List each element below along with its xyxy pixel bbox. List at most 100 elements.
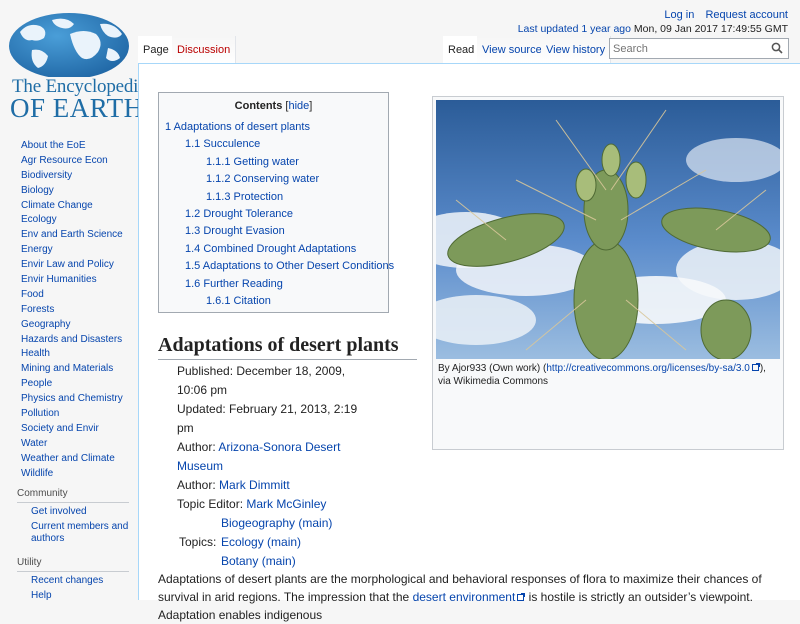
editor-link[interactable]: Mark McGinley <box>246 497 326 511</box>
sidebar-item-pollution[interactable]: Pollution <box>21 408 59 419</box>
toc-item: 1.2 Drought Tolerance <box>165 206 394 223</box>
sidebar-item-about[interactable]: About the EoE <box>21 140 86 151</box>
intro-paragraph: Adaptations of desert plants are the mor… <box>158 570 788 624</box>
sidebar-item-ecology[interactable]: Ecology <box>21 214 57 225</box>
sidebar-item-energy[interactable]: Energy <box>21 244 53 255</box>
toc-item: 1.4 Combined Drought Adaptations <box>165 241 394 258</box>
sidebar-item-geography[interactable]: Geography <box>21 319 70 330</box>
toc-number: 1.1.1 <box>206 155 231 168</box>
toc-text: Citation <box>233 294 271 307</box>
cactus-image[interactable] <box>436 100 780 359</box>
toc-link[interactable]: 1.2 Drought Tolerance <box>185 208 293 220</box>
tab-discussion[interactable]: Discussion <box>172 36 237 64</box>
table-of-contents: Contents [hide] 1 Adaptations of desert … <box>158 92 394 313</box>
toc-number: 1.1.2 <box>206 173 231 186</box>
sidebar-item-weather-climate[interactable]: Weather and Climate <box>21 453 115 464</box>
tab-read[interactable]: Read <box>443 36 481 64</box>
toc-link[interactable]: 1.1.1 Getting water <box>206 156 299 168</box>
toc-link[interactable]: 1.1.2 Conserving water <box>206 173 319 185</box>
sidebar-item-agr-resource-econ[interactable]: Agr Resource Econ <box>21 155 108 166</box>
toc-text: Further Reading <box>203 277 283 290</box>
toc-hide-link[interactable]: hide <box>288 100 309 112</box>
toc-title: Contents <box>234 100 283 112</box>
toc-item: 1.1 Succulence <box>165 136 394 153</box>
sidebar-item-biology[interactable]: Biology <box>21 185 54 196</box>
topic-link-ecology[interactable]: Ecology (main) <box>221 535 301 549</box>
toc-number: 1.5 <box>185 260 201 273</box>
toc-link[interactable]: 1.1.3 Protection <box>206 191 283 203</box>
search-icon[interactable] <box>771 42 783 54</box>
sidebar-item-society[interactable]: Society and Envir <box>21 423 99 434</box>
toc-text: Drought Tolerance <box>203 207 294 220</box>
sidebar-item-food[interactable]: Food <box>21 289 44 300</box>
toc-link[interactable]: 1.5 Adaptations to Other Desert Conditio… <box>185 260 394 272</box>
sidebar-item-hazards[interactable]: Hazards and Disasters <box>21 334 122 345</box>
toc-item: 1 Adaptations of desert plants <box>165 119 394 136</box>
sidebar-item-climate-change[interactable]: Climate Change <box>21 200 93 211</box>
personal-tools: Log in Request account Last updated 1 ye… <box>518 9 788 35</box>
toc-text: Conserving water <box>233 173 320 186</box>
thumbnail-figure: By Ajor933 (Own work) (http://creativeco… <box>432 96 784 450</box>
toc-item: 1.1.2 Conserving water <box>165 171 394 188</box>
toc-number: 1.3 <box>185 225 201 238</box>
editor-label: Topic Editor: <box>177 497 244 511</box>
sidebar-item-physics-chemistry[interactable]: Physics and Chemistry <box>21 393 123 404</box>
last-updated-link[interactable]: Last updated 1 year ago <box>518 23 631 35</box>
current-members-link[interactable]: Current members and authors <box>31 521 128 544</box>
toc-text: Adaptations of desert plants <box>173 121 310 133</box>
license-link[interactable]: http://creativecommons.org/licenses/by-s… <box>546 363 749 374</box>
desert-environment-link[interactable]: desert environment <box>413 590 516 604</box>
toc-text: Protection <box>233 190 284 203</box>
section-heading: Adaptations of desert plants <box>158 334 417 360</box>
toc-link[interactable]: 1.6.1 Citation <box>206 295 271 307</box>
topic-link-biogeography[interactable]: Biogeography (main) <box>221 516 332 530</box>
toc-link[interactable]: 1 Adaptations of desert plants <box>165 121 310 133</box>
toc-number: 1.6 <box>185 277 201 290</box>
sidebar-item-forests[interactable]: Forests <box>21 304 54 315</box>
last-updated-date: Mon, 09 Jan 2017 17:49:55 GMT <box>633 23 788 35</box>
published-label: Published: <box>177 364 234 378</box>
toc-link[interactable]: 1.4 Combined Drought Adaptations <box>185 243 356 255</box>
recent-changes-link[interactable]: Recent changes <box>31 575 103 586</box>
utility-heading: Utility <box>17 557 129 573</box>
community-portal: Community Get involved Current members a… <box>0 488 138 545</box>
sidebar-item-envir-humanities[interactable]: Envir Humanities <box>21 274 97 285</box>
topic-link-botany[interactable]: Botany (main) <box>221 554 296 568</box>
toc-item: 1.1.1 Getting water <box>165 154 394 171</box>
tab-view-source[interactable]: View source <box>477 36 548 64</box>
community-heading: Community <box>17 488 129 504</box>
sidebar-item-envir-law[interactable]: Envir Law and Policy <box>21 259 114 270</box>
logo-line-2: OF EARTH <box>10 93 144 123</box>
toc-number: 1.6.1 <box>206 294 231 307</box>
sidebar-nav: About the EoE Agr Resource Econ Biodiver… <box>0 138 138 480</box>
toc-link[interactable]: 1.3 Drought Evasion <box>185 225 285 237</box>
request-account-link[interactable]: Request account <box>705 9 788 21</box>
sidebar-item-biodiversity[interactable]: Biodiversity <box>21 170 72 181</box>
caption-text-pre: By Ajor933 (Own work) ( <box>438 363 547 374</box>
author-link-dimmitt[interactable]: Mark Dimmitt <box>219 478 290 492</box>
sidebar-item-wildlife[interactable]: Wildlife <box>21 468 53 479</box>
toc-number: 1 <box>165 121 172 133</box>
sidebar-item-mining[interactable]: Mining and Materials <box>21 363 113 374</box>
toc-list: 1 Adaptations of desert plants 1.1 Succul… <box>165 119 394 310</box>
get-involved-link[interactable]: Get involved <box>31 506 87 517</box>
toc-text: Drought Evasion <box>203 225 285 238</box>
toc-link[interactable]: 1.6 Further Reading <box>185 278 283 290</box>
toc-number: 1.4 <box>185 242 201 255</box>
tab-page[interactable]: Page <box>138 36 175 64</box>
toc-link[interactable]: 1.1 Succulence <box>185 138 260 150</box>
figure-caption: By Ajor933 (Own work) (http://creativeco… <box>438 362 778 388</box>
sidebar-item-water[interactable]: Water <box>21 438 47 449</box>
topics-block: Topics: Biogeography (main) Ecology (mai… <box>177 514 377 571</box>
toc-text: Combined Drought Adaptations <box>203 242 357 255</box>
login-link[interactable]: Log in <box>664 9 694 21</box>
sidebar-item-people[interactable]: People <box>21 378 52 389</box>
article-meta: Published: December 18, 2009, 10:06 pm U… <box>177 362 377 571</box>
sidebar-item-env-earth-science[interactable]: Env and Earth Science <box>21 229 123 240</box>
search-input[interactable] <box>610 39 765 58</box>
sidebar-item-health[interactable]: Health <box>21 348 50 359</box>
toc-item: 1.5 Adaptations to Other Desert Conditio… <box>165 258 394 275</box>
site-logo[interactable]: The Encyclopedia OF EARTH <box>6 12 147 122</box>
tab-view-history[interactable]: View history <box>541 36 612 64</box>
toc-number: 1.1 <box>185 138 201 151</box>
